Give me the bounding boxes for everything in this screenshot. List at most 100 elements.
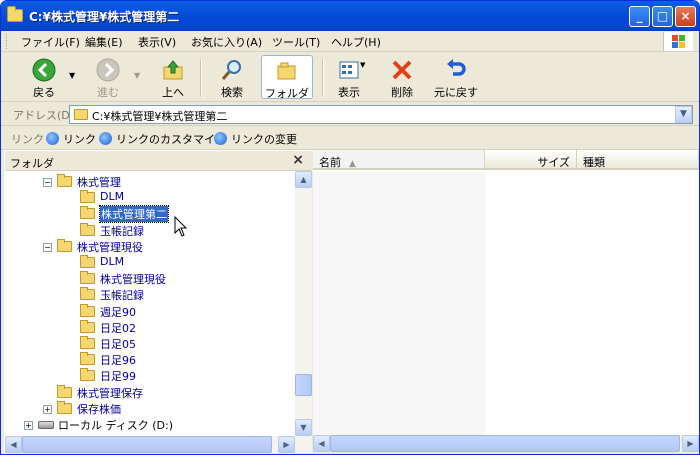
search-label: 検索 [221,86,243,99]
back-dropdown-icon[interactable]: ▼ [69,71,75,80]
tree-node[interactable]: 日足02 [5,319,295,336]
tree-node-label: 日足99 [100,370,136,384]
expand-icon[interactable]: + [24,421,33,430]
menu-help[interactable]: ヘルプ(H) [331,34,381,50]
tree-node[interactable]: DLM [5,255,295,271]
back-arrow-icon [32,58,56,82]
forward-button[interactable]: 進む [87,55,129,99]
file-list-pane[interactable]: 名前 ▲ サイズ 種類 ◀ ▶ [313,150,699,452]
file-list-empty-area [313,172,485,435]
collapse-icon[interactable]: − [43,242,52,252]
ie-link-icon [214,132,227,145]
forward-dropdown-icon[interactable]: ▼ [134,71,140,80]
folder-icon [57,238,72,252]
tree-node[interactable]: 株式管理保存 [5,384,295,401]
folder-horizontal-scrollbar[interactable]: ◀ ▶ [5,436,312,453]
address-value: C:¥株式管理¥株式管理第二 [92,110,228,123]
file-horizontal-scrollbar[interactable]: ◀ ▶ [313,435,699,452]
tree-node[interactable]: − 株式管理現役 [5,238,295,255]
folders-label: フォルダ [265,87,309,100]
folders-button[interactable]: フォルダ [261,55,313,100]
back-button[interactable]: 戻る [23,55,65,99]
scroll-right-button[interactable]: ▶ [278,436,295,453]
scroll-right-button[interactable]: ▶ [682,435,699,452]
tree-node-label: ローカル ディスク (D:) [58,419,173,432]
expand-icon[interactable]: + [43,404,52,414]
view-icon [339,61,359,79]
folder-icon [80,319,95,333]
scroll-thumb[interactable] [22,436,272,453]
scroll-thumb[interactable] [330,435,680,452]
folder-pane-title: フォルダ [10,157,54,170]
folder-vertical-scrollbar[interactable]: ▲ ▼ [295,171,312,436]
maximize-button[interactable]: □ [652,6,673,27]
tree-node[interactable]: 週足90 [5,303,295,320]
undo-button[interactable]: 元に戻す [429,55,483,99]
scroll-thumb[interactable] [295,374,312,396]
column-header-size[interactable]: サイズ [485,150,577,170]
link-item-links[interactable]: リンク [46,131,96,147]
tree-node-label: 保存株価 [77,402,121,416]
tree-node-label: 日足96 [100,354,136,368]
forward-arrow-icon [96,58,120,82]
view-dropdown-icon[interactable]: ▼ [360,61,365,69]
address-input[interactable]: C:¥株式管理¥株式管理第二 ▼ [69,105,693,124]
menu-edit[interactable]: 編集(E) [85,34,123,50]
menu-tools[interactable]: ツール(T) [272,34,320,50]
close-button[interactable]: × [675,6,696,27]
link-item-change[interactable]: リンクの変更 [214,131,297,147]
toolbar-grip[interactable] [6,34,9,49]
folder-icon [7,6,23,22]
tree-node[interactable]: DLM [5,190,295,206]
minimize-button[interactable]: _ [629,6,650,27]
menu-bar: ファイル(F) 編集(E) 表示(V) お気に入り(A) ツール(T) ヘルプ(… [1,31,699,52]
links-bar: リンク リンク リンクのカスタマイズ リンクの変更 [1,126,699,150]
folder-icon [80,206,95,220]
standard-toolbar: 戻る ▼ 進む ▼ 上へ 検索 フォルダ 表示 ▼ 削除 元に戻す [1,53,699,102]
delete-button[interactable]: 削除 [382,55,422,99]
up-button[interactable]: 上へ [153,55,193,99]
windows-logo-icon [663,32,693,51]
tree-node-label: DLM [100,255,125,268]
disk-drive-icon [38,421,54,429]
address-dropdown-button[interactable]: ▼ [675,106,692,123]
scroll-up-button[interactable]: ▲ [295,171,312,188]
tree-node[interactable]: + ローカル ディスク (D:) [5,417,295,433]
scroll-left-button[interactable]: ◀ [5,436,22,453]
tree-node[interactable]: − 株式管理 [5,174,295,190]
toolbar-separator [200,59,202,97]
collapse-icon[interactable]: − [43,178,52,187]
explorer-window: C:¥株式管理¥株式管理第二 _ □ × ファイル(F) 編集(E) 表示(V)… [0,0,700,455]
folder-icon [80,190,95,204]
folder-icon [80,352,95,366]
tree-node[interactable]: 日足99 [5,368,295,384]
tree-node[interactable]: 日足96 [5,352,295,368]
search-button[interactable]: 検索 [211,55,253,99]
tree-node[interactable]: + 保存株価 [5,400,295,417]
tree-node-label: 日足02 [100,321,136,335]
scroll-down-button[interactable]: ▼ [295,419,312,436]
link-item-customize[interactable]: リンクのカスタマイズ [99,131,226,147]
title-bar[interactable]: C:¥株式管理¥株式管理第二 _ □ × [1,1,699,31]
back-label: 戻る [33,86,55,99]
menu-file[interactable]: ファイル(F) [21,34,80,50]
column-header-name[interactable]: 名前 ▲ [313,150,485,170]
menu-view[interactable]: 表示(V) [138,34,176,50]
scroll-left-button[interactable]: ◀ [313,435,330,452]
tree-node[interactable]: 玉帳記録 [5,287,295,303]
folder-icon [80,271,95,285]
folders-icon [277,62,296,80]
tree-node-label: 玉帳記録 [100,224,144,238]
column-header-type[interactable]: 種類 [577,150,699,170]
tree-node[interactable]: 株式管理現役 [5,271,295,287]
delete-icon [392,60,412,80]
tree-node[interactable]: 日足05 [5,336,295,352]
tree-node[interactable]: 玉帳記録 [5,222,295,239]
view-label: 表示 [338,86,360,99]
tree-node[interactable]: 株式管理第二 [5,205,295,224]
folder-pane-close-button[interactable]: × [292,152,304,168]
undo-label: 元に戻す [434,86,478,99]
tree-node-label: 株式管理第二 [99,205,169,224]
tree-node-label: DLM [100,190,125,204]
menu-favorites[interactable]: お気に入り(A) [191,34,262,50]
